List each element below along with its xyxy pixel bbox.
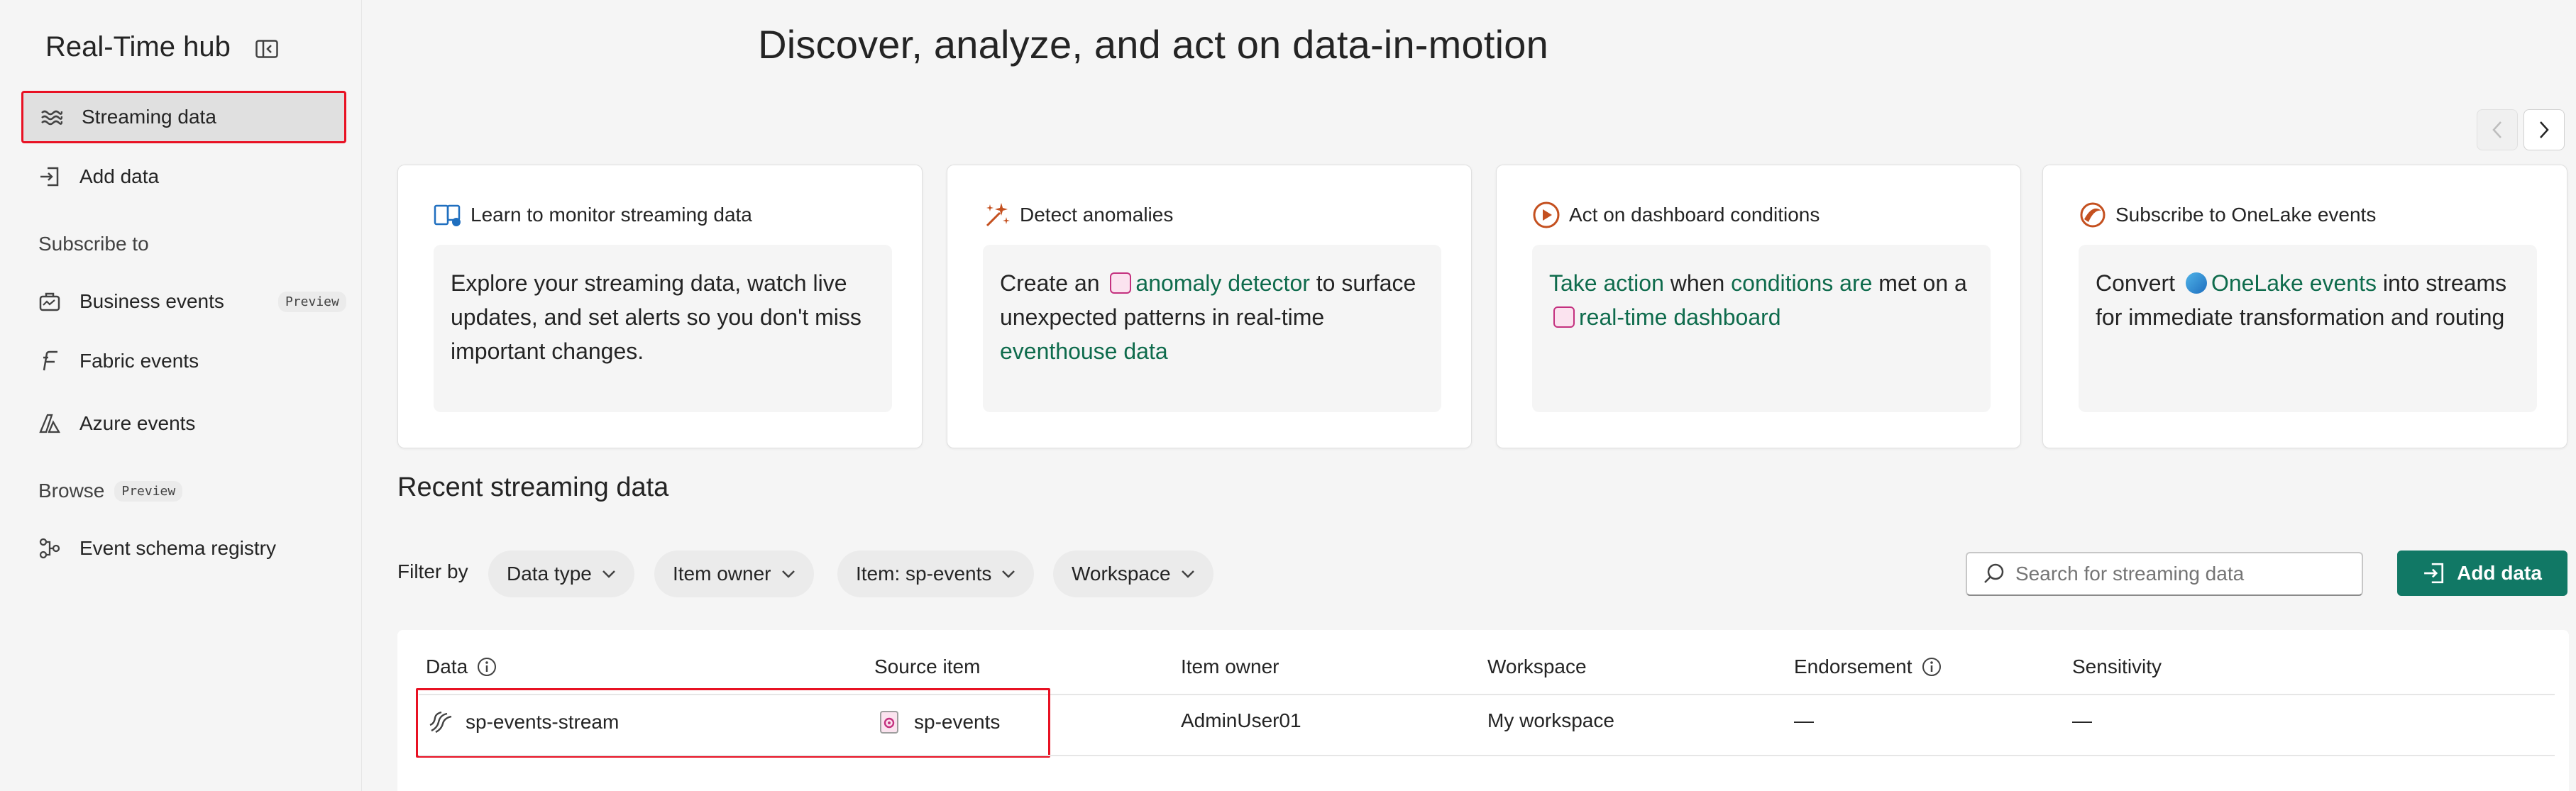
sidebar-item-label: Business events [79, 290, 224, 312]
card-title: Detect anomalies [983, 201, 1173, 229]
card-body: Take action when conditions are met on a… [1532, 245, 1991, 412]
sidebar-item-event-schema-registry[interactable]: Event schema registry [21, 522, 346, 575]
filter-data-type[interactable]: Data type [488, 551, 634, 597]
anomaly-detector-link[interactable]: anomaly detector [1135, 270, 1309, 296]
search-box[interactable] [1966, 552, 2363, 596]
anomaly-detector-icon [1110, 272, 1132, 294]
fabric-events-icon [38, 350, 61, 372]
section-title: Recent streaming data [397, 472, 669, 502]
column-header-workspace[interactable]: Workspace [1487, 656, 1587, 678]
azure-events-icon [38, 412, 61, 435]
streaming-data-table: Data Source item Item owner Workspace En… [397, 630, 2569, 791]
onelake-icon [2079, 201, 2107, 229]
eventhouse-data-link[interactable]: eventhouse data [1000, 338, 1168, 364]
streaming-data-icon [40, 106, 63, 128]
hub-title: Real-Time hub [45, 31, 231, 62]
preview-badge: Preview [114, 480, 183, 502]
business-events-icon [38, 290, 61, 313]
cell-sensitivity: — [2072, 709, 2092, 731]
cell-workspace: My workspace [1487, 709, 1614, 731]
schema-registry-icon [38, 537, 61, 560]
conditions-link[interactable]: conditions are [1731, 270, 1872, 296]
card-detect-anomalies[interactable]: Detect anomalies Create an anomaly detec… [947, 165, 1472, 448]
filter-workspace[interactable]: Workspace [1053, 551, 1213, 597]
add-data-button[interactable]: Add data [2397, 551, 2567, 596]
column-header-source-item[interactable]: Source item [874, 656, 980, 678]
sparkle-icon [983, 201, 1011, 229]
card-title: Subscribe to OneLake events [2079, 201, 2376, 229]
sidebar-item-business-events[interactable]: Business events Preview [21, 275, 346, 328]
subscribe-heading: Subscribe to [38, 233, 149, 255]
search-icon [1984, 563, 2004, 583]
add-data-icon [38, 165, 61, 188]
chevron-right-icon [2540, 121, 2549, 138]
collapse-pane-icon[interactable] [255, 40, 278, 58]
filter-item[interactable]: Item: sp-events [837, 551, 1035, 597]
sidebar-item-streaming-data[interactable]: Streaming data [21, 91, 346, 143]
filter-item-owner[interactable]: Item owner [654, 551, 814, 597]
chevron-down-icon [781, 570, 795, 578]
card-title: Act on dashboard conditions [1532, 201, 1820, 229]
card-body: Explore your streaming data, watch live … [434, 245, 892, 412]
column-header-endorsement[interactable]: Endorsement [1794, 656, 1942, 678]
card-body: Convert OneLake events into streams for … [2079, 245, 2537, 412]
sidebar: Real-Time hub Streaming data Add data Su… [0, 0, 362, 791]
card-body: Create an anomaly detector to surface un… [983, 245, 1441, 412]
chevron-down-icon [1002, 570, 1015, 578]
card-dashboard-conditions[interactable]: Act on dashboard conditions Take action … [1496, 165, 2021, 448]
sidebar-item-azure-events[interactable]: Azure events [21, 397, 346, 450]
sidebar-item-label: Streaming data [82, 106, 216, 128]
column-header-item-owner[interactable]: Item owner [1181, 656, 1279, 678]
info-icon[interactable] [476, 656, 497, 677]
carousel-prev-button[interactable] [2477, 109, 2518, 150]
row-highlight [416, 688, 1050, 758]
column-header-sensitivity[interactable]: Sensitivity [2072, 656, 2162, 678]
chevron-down-icon [602, 570, 615, 578]
page-title: Discover, analyze, and act on data-in-mo… [758, 22, 1548, 67]
onelake-events-icon [2185, 272, 2207, 294]
dashboard-icon [1553, 306, 1575, 328]
column-header-data[interactable]: Data [426, 656, 497, 678]
cell-endorsement: — [1794, 709, 1814, 731]
real-time-dashboard-link[interactable]: real-time dashboard [1579, 304, 1781, 330]
preview-badge: Preview [278, 291, 346, 312]
sidebar-item-label: Fabric events [79, 350, 199, 372]
filter-label: Filter by [397, 560, 468, 582]
chevron-left-icon [2492, 121, 2501, 138]
play-circle-icon [1532, 201, 1561, 229]
sidebar-item-label: Azure events [79, 412, 196, 434]
carousel-next-button[interactable] [2523, 109, 2565, 150]
divider [419, 755, 2555, 756]
sidebar-item-fabric-events[interactable]: Fabric events [21, 335, 346, 387]
browse-heading: Browse Preview [38, 480, 183, 502]
sidebar-item-label: Event schema registry [79, 537, 276, 559]
add-data-icon [2424, 563, 2444, 584]
cell-item-owner: AdminUser01 [1181, 709, 1301, 731]
take-action-link[interactable]: Take action [1549, 270, 1664, 296]
sidebar-item-label: Add data [79, 165, 160, 187]
monitor-icon [434, 201, 462, 229]
card-onelake-events[interactable]: Subscribe to OneLake events Convert OneL… [2042, 165, 2567, 448]
card-monitor-streaming[interactable]: Learn to monitor streaming data Explore … [397, 165, 923, 448]
sidebar-item-add-data[interactable]: Add data [21, 150, 346, 203]
card-title: Learn to monitor streaming data [434, 201, 752, 229]
search-input[interactable] [2015, 563, 2349, 585]
info-icon[interactable] [1921, 656, 1942, 677]
onelake-events-link[interactable]: OneLake events [2211, 270, 2377, 296]
chevron-down-icon [1181, 570, 1194, 578]
